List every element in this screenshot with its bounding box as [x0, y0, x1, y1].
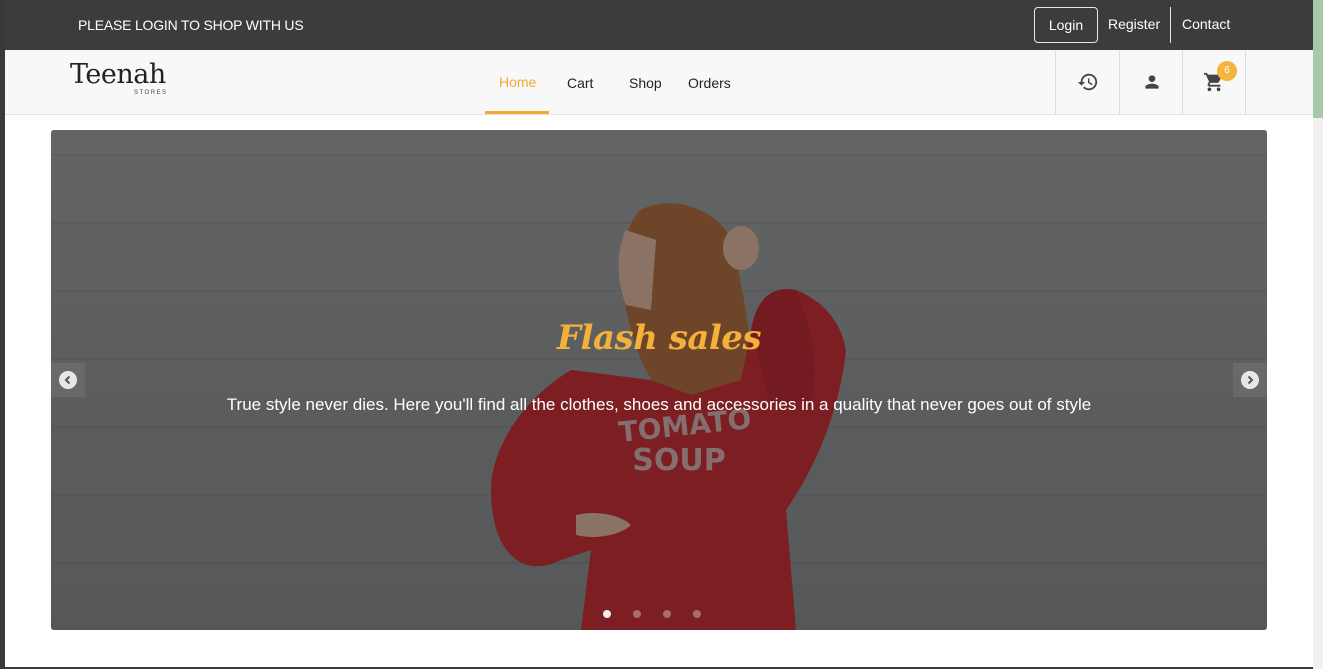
account-icon — [1144, 75, 1159, 89]
contact-link[interactable]: Contact — [1182, 7, 1230, 43]
account-button[interactable] — [1119, 50, 1183, 114]
scrollbar-thumb[interactable] — [1313, 0, 1323, 118]
page-frame: PLEASE LOGIN TO SHOP WITH US Login Regis… — [5, 0, 1313, 667]
main-navbar: Teenah STORES Home Cart Shop Orders 6 — [5, 50, 1313, 115]
top-bar: PLEASE LOGIN TO SHOP WITH US Login Regis… — [5, 0, 1313, 50]
carousel-dot[interactable] — [663, 610, 671, 618]
carousel-dot[interactable] — [693, 610, 701, 618]
nav-orders[interactable]: Orders — [688, 75, 731, 91]
carousel-dot[interactable] — [603, 610, 611, 618]
nav-home[interactable]: Home — [499, 74, 536, 90]
brand-logo[interactable]: Teenah STORES — [70, 59, 170, 101]
nav-shop[interactable]: Shop — [629, 75, 662, 91]
slide-title: Flash sales — [556, 318, 762, 358]
brand-tagline: STORES — [134, 90, 168, 96]
chevron-left-icon — [59, 371, 77, 389]
nav-cart[interactable]: Cart — [567, 75, 593, 91]
login-prompt: PLEASE LOGIN TO SHOP WITH US — [78, 17, 304, 33]
cart-count-badge: 6 — [1217, 61, 1237, 81]
carousel-next-button[interactable] — [1233, 363, 1267, 397]
register-link[interactable]: Register — [1108, 7, 1160, 43]
history-icon — [1077, 73, 1097, 91]
topbar-divider — [1170, 7, 1171, 43]
history-button[interactable] — [1055, 50, 1119, 114]
chevron-right-icon — [1241, 371, 1259, 389]
brand-name: Teenah — [70, 59, 166, 90]
slide-overlay — [51, 130, 1267, 630]
cart-button[interactable]: 6 — [1182, 50, 1246, 114]
nav-active-indicator — [485, 111, 549, 114]
carousel-dot[interactable] — [633, 610, 641, 618]
carousel-prev-button[interactable] — [51, 363, 85, 397]
hero-carousel: TOMATO SOUP Flash sales True style never… — [51, 130, 1267, 630]
carousel-indicators — [603, 610, 701, 618]
login-button[interactable]: Login — [1034, 7, 1098, 43]
slide-caption: True style never dies. Here you'll find … — [226, 395, 1092, 414]
